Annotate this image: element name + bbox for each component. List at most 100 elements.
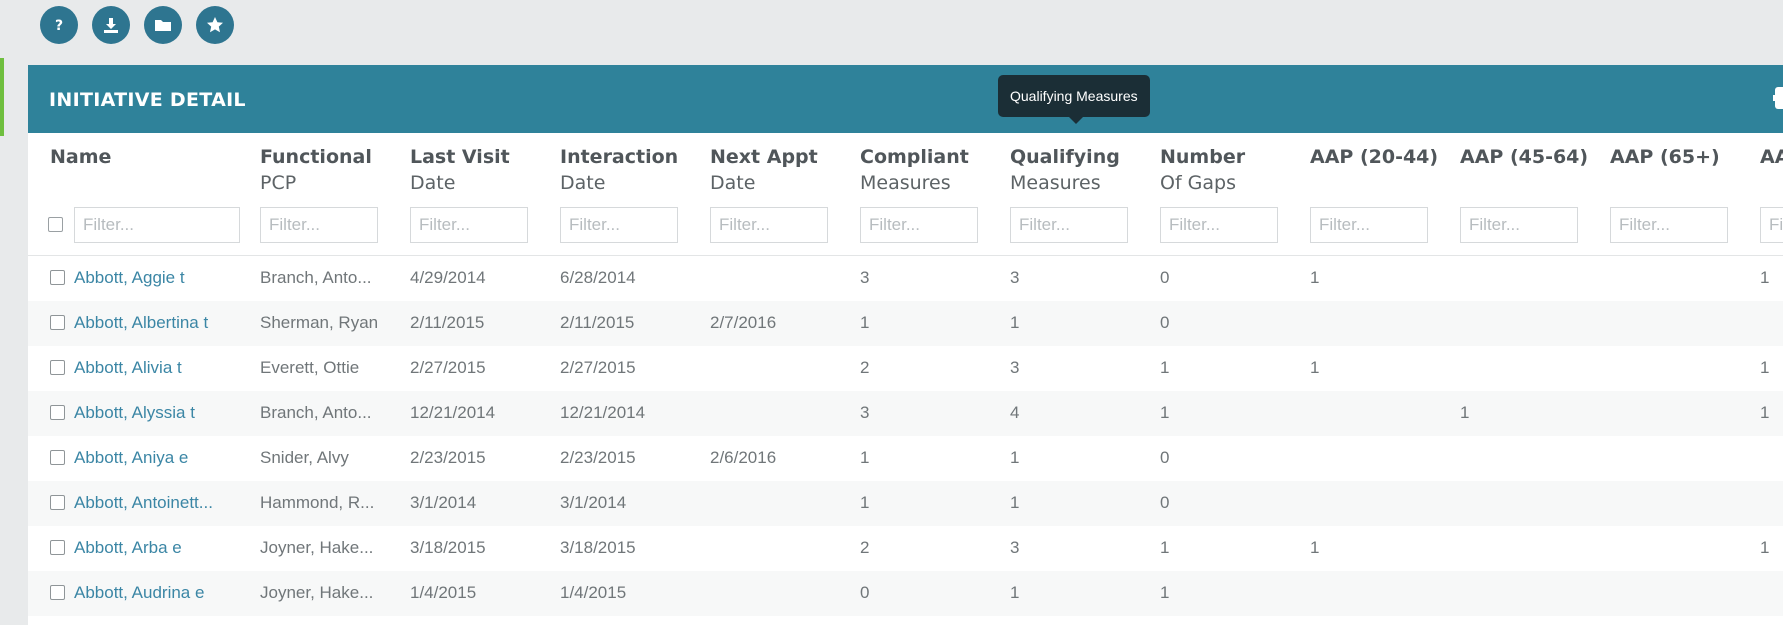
- qualifying-measures-cell: 3: [1010, 268, 1020, 287]
- column-header-qualifying-measures[interactable]: Qualifying Measures: [1010, 144, 1120, 196]
- column-header-compliant-measures[interactable]: Compliant Measures: [860, 144, 969, 196]
- filter-aap-65-plus[interactable]: [1610, 207, 1728, 243]
- qualifying-measures-cell: 3: [1010, 358, 1020, 377]
- functional-pcp-cell: Hammond, R...: [260, 493, 375, 512]
- qualifying-measures-cell: 1: [1010, 313, 1020, 332]
- number-of-gaps-cell: 1: [1160, 358, 1170, 377]
- functional-pcp-cell: Everett, Ottie: [260, 358, 360, 377]
- patient-name-link[interactable]: Abbott, Arba e: [74, 538, 182, 558]
- column-title: AAP (65+): [1610, 146, 1720, 168]
- row-checkbox[interactable]: [50, 450, 65, 465]
- filter-last-visit-date[interactable]: [410, 207, 528, 243]
- patient-name-link[interactable]: Abbott, Aniya e: [74, 448, 188, 468]
- last-visit-cell: 2/27/2015: [410, 358, 486, 377]
- qualifying-measures-tooltip: Qualifying Measures: [998, 75, 1150, 124]
- row-checkbox[interactable]: [50, 495, 65, 510]
- patient-name-link[interactable]: Abbott, Albertina t: [74, 313, 208, 333]
- row-checkbox[interactable]: [50, 540, 65, 555]
- last-visit-cell: 12/21/2014: [410, 403, 496, 422]
- number-of-gaps-cell: 0: [1160, 448, 1170, 467]
- row-checkbox[interactable]: [50, 270, 65, 285]
- question-icon: ?: [55, 18, 63, 34]
- interaction-date-cell: 3/18/2015: [560, 538, 636, 557]
- column-header-name[interactable]: Name: [50, 144, 111, 170]
- panel-title: INITIATIVE DETAIL: [49, 89, 246, 111]
- qualifying-measures-cell: 4: [1010, 403, 1020, 422]
- column-header-functional-pcp[interactable]: Functional PCP: [260, 144, 372, 196]
- qualifying-measures-cell: 1: [1010, 583, 1020, 602]
- aap-45-64-cell: 1: [1460, 403, 1470, 422]
- filter-interaction-date[interactable]: [560, 207, 678, 243]
- download-icon: [104, 18, 118, 33]
- column-header-aap-45-64[interactable]: AAP (45-64): [1460, 144, 1588, 170]
- column-header-interaction-date[interactable]: Interaction Date: [560, 144, 678, 196]
- number-of-gaps-cell: 0: [1160, 268, 1170, 287]
- qualifying-measures-cell: 3: [1010, 538, 1020, 557]
- folder-icon: [155, 20, 171, 31]
- patient-name-link[interactable]: Abbott, Alyssia t: [74, 403, 195, 423]
- filter-next-appt-date[interactable]: [710, 207, 828, 243]
- last-visit-cell: 3/1/2014: [410, 493, 477, 512]
- column-title: Qualifying: [1010, 146, 1120, 168]
- left-accent-bar: [0, 58, 4, 136]
- help-button[interactable]: ?: [40, 6, 78, 44]
- functional-pcp-cell: Joyner, Hake...: [260, 538, 374, 557]
- patient-name-link[interactable]: Abbott, Antoinett...: [74, 493, 213, 513]
- table-row[interactable]: Abbott, Alyssia t Branch, Anto... 12/21/…: [28, 391, 1783, 436]
- table-row[interactable]: Abbott, Audrina e Joyner, Hake... 1/4/20…: [28, 571, 1783, 616]
- filter-aa-partial[interactable]: [1760, 207, 1783, 243]
- select-all-checkbox[interactable]: [48, 217, 63, 232]
- aap-20-44-cell: 1: [1310, 538, 1320, 557]
- download-button[interactable]: [92, 6, 130, 44]
- table-row[interactable]: Abbott, Arba e Joyner, Hake... 3/18/2015…: [28, 526, 1783, 571]
- filter-functional-pcp[interactable]: [260, 207, 378, 243]
- row-checkbox[interactable]: [50, 360, 65, 375]
- panel-menu-icon[interactable]: [1773, 87, 1783, 109]
- row-checkbox[interactable]: [50, 315, 65, 330]
- last-visit-cell: 2/23/2015: [410, 448, 486, 467]
- filter-name[interactable]: [74, 207, 240, 243]
- column-title: AAP (20-44): [1310, 146, 1439, 168]
- column-header-next-appt-date[interactable]: Next Appt Date: [710, 144, 818, 196]
- column-title: Interaction: [560, 146, 679, 168]
- qualifying-measures-cell: 1: [1010, 493, 1020, 512]
- column-header-aap-20-44[interactable]: AAP (20-44): [1310, 144, 1438, 170]
- patient-name-link[interactable]: Abbott, Alivia t: [74, 358, 182, 378]
- filter-aap-20-44[interactable]: [1310, 207, 1428, 243]
- aap-20-44-cell: 1: [1310, 358, 1320, 377]
- column-header-last-visit-date[interactable]: Last Visit Date: [410, 144, 510, 196]
- row-checkbox[interactable]: [50, 405, 65, 420]
- filter-compliant-measures[interactable]: [860, 207, 978, 243]
- column-header-number-of-gaps[interactable]: Number Of Gaps: [1160, 144, 1245, 196]
- table-row[interactable]: Abbott, Albertina t Sherman, Ryan 2/11/2…: [28, 301, 1783, 346]
- qualifying-measures-cell: 1: [1010, 448, 1020, 467]
- number-of-gaps-cell: 1: [1160, 403, 1170, 422]
- svg-text:?: ?: [55, 18, 63, 34]
- row-checkbox[interactable]: [50, 585, 65, 600]
- column-subtitle: Date: [560, 172, 606, 194]
- patient-name-link[interactable]: Abbott, Aggie t: [74, 268, 185, 288]
- table-row[interactable]: Abbott, Aggie t Branch, Anto... 4/29/201…: [28, 256, 1783, 301]
- filter-aap-45-64[interactable]: [1460, 207, 1578, 243]
- column-title: Next Appt: [710, 146, 818, 168]
- last-visit-cell: 3/18/2015: [410, 538, 486, 557]
- compliant-measures-cell: 2: [860, 358, 870, 377]
- aa-partial-cell: 1: [1760, 403, 1770, 422]
- aap-20-44-cell: 1: [1310, 268, 1320, 287]
- folder-button[interactable]: [144, 6, 182, 44]
- column-header-aap-65-plus[interactable]: AAP (65+): [1610, 144, 1720, 170]
- aa-partial-cell: 1: [1760, 358, 1770, 377]
- favorite-button[interactable]: [196, 6, 234, 44]
- table-row[interactable]: Abbott, Antoinett... Hammond, R... 3/1/2…: [28, 481, 1783, 526]
- filter-qualifying-measures[interactable]: [1010, 207, 1128, 243]
- patient-name-link[interactable]: Abbott, Audrina e: [74, 583, 204, 603]
- table-row[interactable]: Abbott, Alivia t Everett, Ottie 2/27/201…: [28, 346, 1783, 391]
- table-row[interactable]: Abbott, Aniya e Snider, Alvy 2/23/2015 2…: [28, 436, 1783, 481]
- number-of-gaps-cell: 0: [1160, 313, 1170, 332]
- column-title: AA: [1760, 146, 1783, 168]
- filter-number-of-gaps[interactable]: [1160, 207, 1278, 243]
- interaction-date-cell: 12/21/2014: [560, 403, 646, 422]
- interaction-date-cell: 2/23/2015: [560, 448, 636, 467]
- column-header-aa-partial[interactable]: AA: [1760, 144, 1783, 170]
- column-subtitle: Measures: [1010, 172, 1101, 194]
